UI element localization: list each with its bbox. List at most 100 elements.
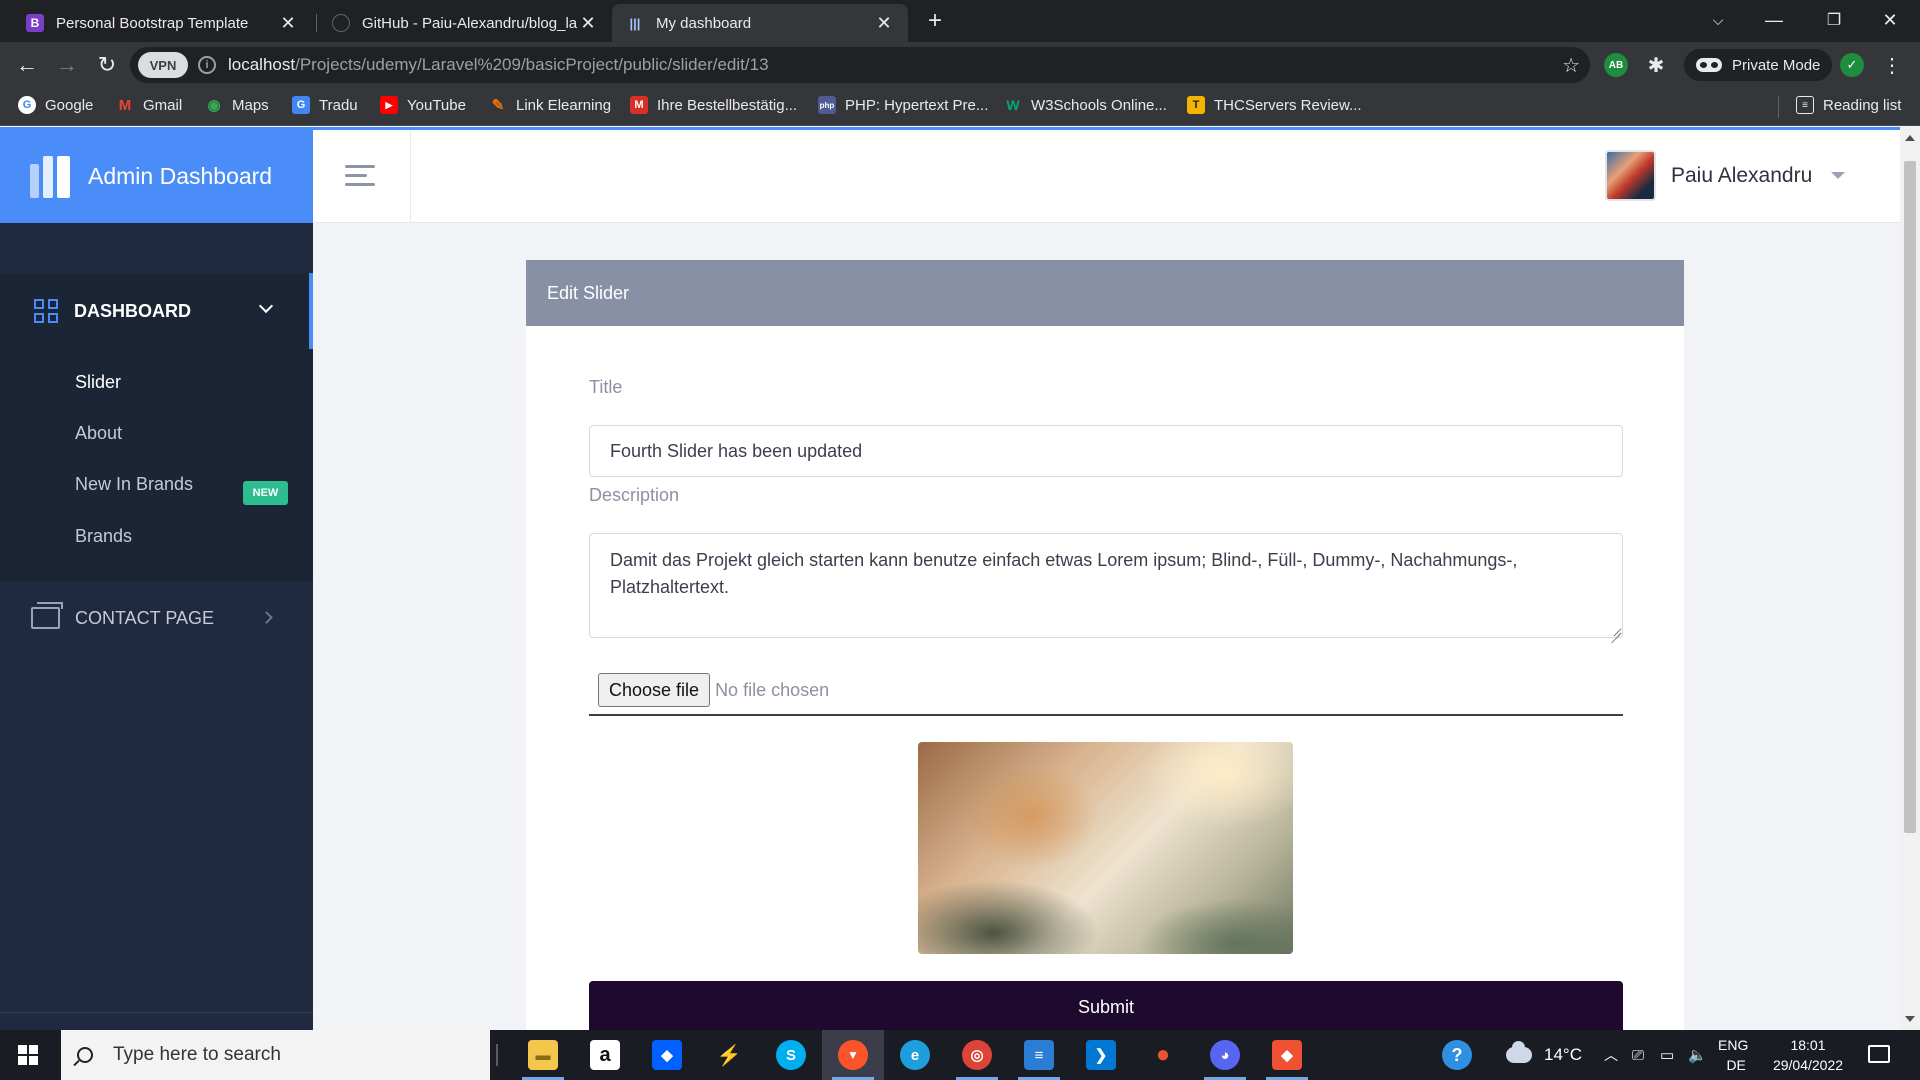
top-navbar: Paiu Alexandru — [313, 130, 1900, 223]
skype-icon[interactable]: S — [760, 1030, 822, 1080]
shield-check-icon[interactable]: ✓ — [1840, 53, 1864, 77]
tab-label: My dashboard — [656, 14, 752, 32]
network-icon[interactable]: ⎚ — [1632, 1030, 1644, 1080]
notification-center-icon[interactable] — [1868, 1045, 1890, 1063]
amazon-icon[interactable]: a — [574, 1030, 636, 1080]
back-arrow-icon[interactable]: ← — [12, 50, 42, 80]
vscode-icon[interactable]: ❯ — [1070, 1030, 1132, 1080]
close-tab-icon[interactable]: ✕ — [278, 13, 298, 34]
submit-button[interactable]: Submit — [589, 981, 1623, 1030]
tab-personal-bootstrap-template[interactable]: B Personal Bootstrap Template ✕ — [12, 4, 312, 42]
dropbox-icon[interactable]: ◆ — [636, 1030, 698, 1080]
close-window-button[interactable]: ✕ — [1862, 0, 1918, 40]
sidebar-item-label: DASHBOARD — [74, 300, 191, 321]
tab-search-chevron-icon[interactable]: ⌵ — [1690, 0, 1746, 40]
elearning-icon: ✎ — [491, 97, 505, 114]
caret-down-icon[interactable] — [1831, 172, 1846, 179]
more-menu-icon[interactable]: ⋮ — [1880, 53, 1904, 77]
site-info-icon[interactable]: i — [198, 56, 216, 74]
new-tab-button[interactable]: + — [920, 6, 950, 36]
windows-taskbar: Type here to search ▬ a ◆ ⚡ S ▼ e ◎ ≡ ❯ … — [0, 1030, 1920, 1080]
user-name[interactable]: Paiu Alexandru — [1671, 164, 1812, 188]
bookmark-label: W3Schools Online... — [1031, 96, 1167, 114]
address-bar[interactable]: VPN i localhost/Projects/udemy/Laravel%2… — [130, 47, 1590, 83]
taskbar-search-placeholder: Type here to search — [113, 1044, 281, 1065]
scrollbar-thumb[interactable] — [1904, 161, 1916, 833]
reload-icon[interactable]: ↻ — [92, 50, 122, 80]
bookmark-bestellbestaetigung[interactable]: M Ihre Bestellbestätig... — [630, 96, 797, 114]
help-tray-button[interactable]: ? — [1442, 1030, 1472, 1080]
bookmark-w3schools[interactable]: W W3Schools Online... — [1004, 96, 1167, 114]
bookmark-link-elearning[interactable]: ✎ Link Elearning — [489, 96, 611, 115]
discord-icon[interactable]: ◕ — [1194, 1030, 1256, 1080]
sidebar-item-contact-page[interactable]: CONTACT PAGE — [0, 588, 313, 648]
tab-label: Personal Bootstrap Template — [56, 14, 249, 32]
windows-start-icon[interactable] — [18, 1045, 38, 1065]
minimize-button[interactable]: — — [1746, 0, 1802, 40]
description-textarea[interactable]: Damit das Projekt gleich starten kann be… — [589, 533, 1623, 638]
bookmark-label: Tradu — [319, 96, 358, 114]
bookmark-gmail[interactable]: M Gmail — [116, 96, 182, 114]
title-input[interactable] — [589, 425, 1623, 477]
reading-list-button[interactable]: ≡ Reading list — [1796, 96, 1901, 114]
battery-icon[interactable]: ▭ — [1660, 1030, 1674, 1080]
bookmark-tradu[interactable]: G Tradu — [292, 96, 358, 114]
user-menu[interactable]: Paiu Alexandru — [1605, 150, 1846, 201]
url-text[interactable]: localhost/Projects/udemy/Laravel%209/bas… — [228, 55, 769, 75]
chrome-browser-icon[interactable]: ◎ — [946, 1030, 1008, 1080]
close-tab-icon[interactable]: ✕ — [578, 13, 598, 34]
bookmark-label: YouTube — [407, 96, 466, 114]
avatar[interactable] — [1605, 150, 1656, 201]
sidebar-item-about[interactable]: About — [75, 423, 122, 444]
edge-browser-icon[interactable]: e — [884, 1030, 946, 1080]
close-tab-icon[interactable]: ✕ — [874, 13, 894, 34]
brand-title: Admin Dashboard — [88, 163, 273, 189]
brave-browser-icon[interactable]: ▼ — [822, 1030, 884, 1080]
hamburger-menu-icon[interactable] — [345, 165, 375, 186]
bookmark-youtube[interactable]: ▶ YouTube — [380, 96, 466, 114]
restore-button[interactable]: ❐ — [1806, 0, 1862, 40]
show-hidden-icons-button[interactable]: ︿ — [1604, 1030, 1618, 1080]
github-favicon-icon — [332, 14, 350, 32]
resize-handle-icon[interactable] — [1610, 626, 1620, 636]
file-explorer-icon[interactable]: ▬ — [512, 1030, 574, 1080]
language-indicator[interactable]: ENG DE — [1718, 1030, 1748, 1080]
forward-arrow-icon[interactable]: → — [52, 50, 82, 80]
temperature-text: 14°C — [1544, 1045, 1582, 1064]
extensions-puzzle-icon[interactable]: ✱ — [1644, 53, 1668, 77]
taskbar-search-box[interactable]: Type here to search — [61, 1030, 490, 1080]
git-app-icon[interactable]: ◆ — [1256, 1030, 1318, 1080]
sidebar-item-slider[interactable]: Slider — [75, 372, 121, 393]
bookmark-star-icon[interactable]: ☆ — [1562, 53, 1580, 78]
youtube-icon: ▶ — [380, 96, 398, 114]
brand-header[interactable]: Admin Dashboard — [0, 130, 313, 223]
vpn-badge[interactable]: VPN — [138, 52, 188, 78]
adblock-extension-icon[interactable]: AB — [1604, 53, 1628, 77]
clock-date: 29/04/2022 — [1772, 1057, 1844, 1073]
drop-app-icon[interactable]: ● — [1132, 1030, 1194, 1080]
private-mode-indicator[interactable]: Private Mode — [1684, 49, 1833, 81]
new-badge: NEW — [243, 481, 288, 505]
lightning-app-icon[interactable]: ⚡ — [698, 1030, 760, 1080]
notepad-icon[interactable]: ≡ — [1008, 1030, 1070, 1080]
volume-icon[interactable]: 🔈 — [1688, 1030, 1707, 1080]
clock-time: 18:01 — [1790, 1037, 1826, 1053]
bookmark-php[interactable]: php PHP: Hypertext Pre... — [818, 96, 988, 114]
bookmark-google[interactable]: G Google — [18, 96, 93, 114]
sidebar-item-brands[interactable]: Brands — [75, 526, 132, 547]
scroll-down-arrow-icon[interactable] — [1905, 1016, 1915, 1022]
web-page: Admin Dashboard DASHBOARD Slider About N… — [0, 127, 1900, 1030]
url-host: localhost — [228, 55, 296, 74]
weather-widget[interactable]: 14°C — [1506, 1030, 1582, 1080]
tab-my-dashboard[interactable]: ||| My dashboard ✕ — [612, 4, 908, 42]
bookmark-thcservers[interactable]: T THCServers Review... — [1187, 96, 1362, 114]
scroll-up-arrow-icon[interactable] — [1905, 135, 1915, 141]
sidebar-item-new-in-brands[interactable]: New In Brands — [75, 474, 193, 495]
page-scrollbar[interactable] — [1900, 127, 1920, 1030]
sidebar-item-dashboard[interactable]: DASHBOARD — [0, 273, 313, 349]
php-icon: php — [818, 96, 836, 114]
bookmark-maps[interactable]: ◉ Maps — [205, 96, 268, 115]
choose-file-button[interactable]: Choose file — [598, 673, 711, 707]
clock[interactable]: 18:01 29/04/2022 — [1768, 1030, 1848, 1080]
tab-github[interactable]: GitHub - Paiu-Alexandru/blog_la ✕ — [318, 4, 612, 42]
